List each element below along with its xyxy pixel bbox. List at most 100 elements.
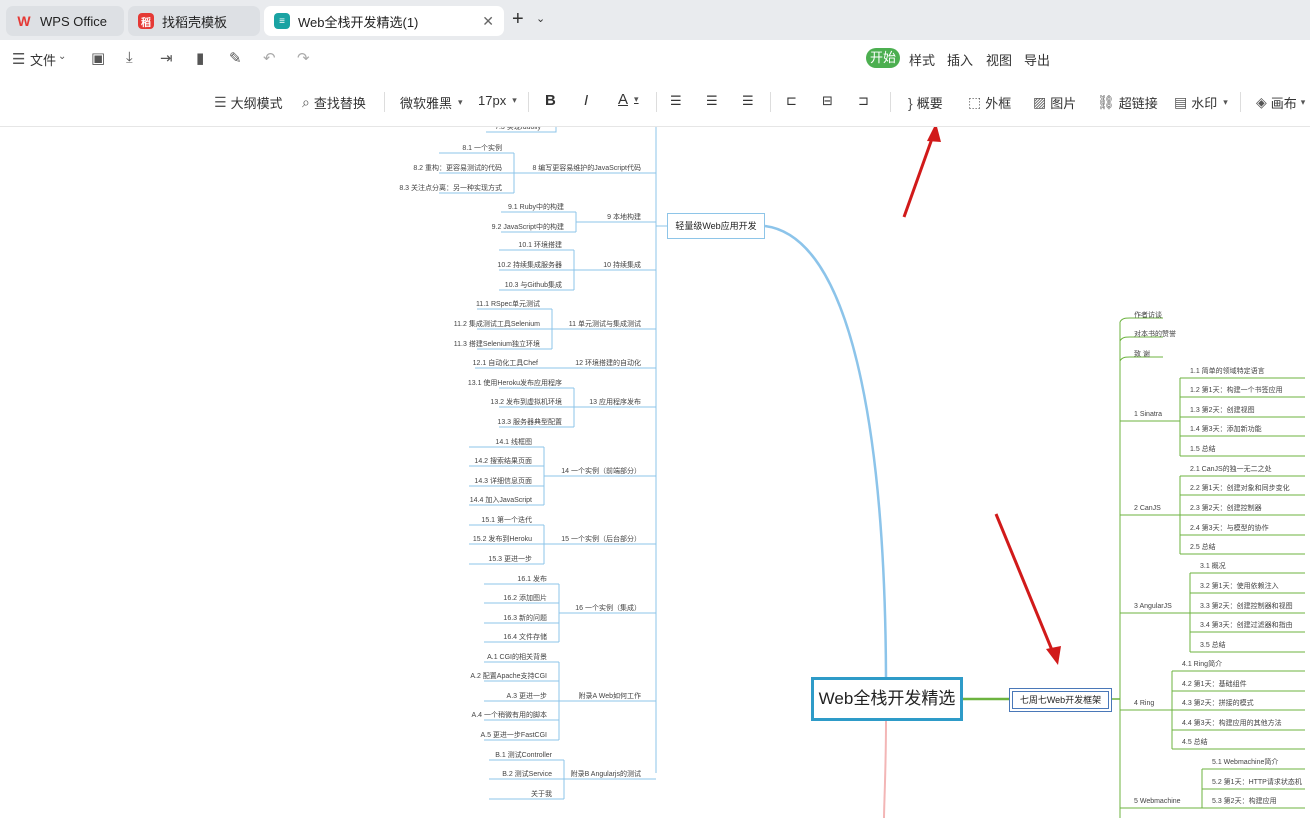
topic-leaf[interactable]: 11.1 RSpec单元测试 [476, 300, 540, 309]
topic-leaf[interactable]: A.4 一个稍微有用的脚本 [472, 711, 547, 720]
topic-leaf[interactable]: 12.1 自动化工具Chef [473, 359, 538, 368]
font-color-button[interactable]: A ▾ [618, 91, 643, 108]
topic-leaf[interactable]: 2.3 第2天：创建控制器 [1190, 504, 1262, 513]
topic-leaf[interactable]: 4.2 第1天：基础组件 [1182, 680, 1247, 689]
topic-leaf[interactable]: 16.1 发布 [517, 575, 547, 584]
insert-parent-topic-icon[interactable]: ⊐ [858, 93, 869, 109]
redo-icon[interactable]: ↷ [297, 49, 310, 67]
topic-subtopic[interactable]: 附录A Web如何工作 [579, 692, 642, 701]
export-icon[interactable]: ⇥ [160, 49, 173, 67]
topic-leaf[interactable]: 8.2 重构：更容易测试的代码 [413, 164, 502, 173]
topic-leaf[interactable]: 5.2 第1天：HTTP请求状态机 [1212, 778, 1302, 787]
topic-leaf[interactable]: 10.3 与Github集成 [505, 281, 562, 290]
topic-leaf[interactable]: 13.2 发布到虚拟机环境 [490, 398, 562, 407]
insert-child-topic-icon[interactable]: ⊏ [786, 93, 797, 109]
topic-leaf[interactable]: 2.1 CanJS的独一无二之处 [1190, 465, 1272, 474]
topic-leaf[interactable]: 作者访谈 [1134, 311, 1162, 320]
topic-leaf[interactable]: 4.1 Ring简介 [1182, 660, 1222, 669]
topic-leaf[interactable]: A.3 更进一步 [507, 692, 547, 701]
topic-leaf[interactable]: 1.3 第2天：创建视图 [1190, 406, 1255, 415]
topic-leaf[interactable]: 8.1 一个实例 [462, 144, 502, 153]
outline-mode-button[interactable]: ☰ 大纲模式 [214, 93, 283, 112]
find-replace-button[interactable]: ⌕ 查找替换 [302, 93, 366, 112]
topic-leaf[interactable]: B.1 测试Controller [495, 751, 552, 760]
undo-icon[interactable]: ↶ [263, 49, 276, 67]
chevron-down-icon[interactable]: ⌄ [58, 51, 66, 62]
topic-subtopic[interactable]: 15 一个实例（后台部分） [561, 535, 641, 544]
font-size-select[interactable]: 17px ▾ [478, 93, 521, 108]
topic-leaf[interactable]: 致 谢 [1134, 350, 1150, 359]
topic-leaf[interactable]: A.1 CGI的相关背景 [487, 653, 547, 662]
frame-button[interactable]: ⬚ 外框 [968, 93, 1011, 112]
topic-leaf[interactable]: A.5 更进一步FastCGI [480, 731, 547, 740]
topic-leaf[interactable]: 4.4 第3天：构建应用的其他方法 [1182, 719, 1282, 728]
topic-leaf[interactable]: 1.2 第1天：构建一个书签应用 [1190, 386, 1283, 395]
topic-leaf[interactable]: 9.2 JavaScript中的构建 [492, 223, 564, 232]
topic-leaf[interactable]: 13.1 使用Heroku发布应用程序 [468, 379, 562, 388]
download-icon[interactable]: ⤓ [126, 49, 133, 66]
topic-leaf[interactable]: 14.1 线框图 [495, 438, 532, 447]
summary-button[interactable]: } 概要 [908, 93, 943, 112]
topic-leaf[interactable]: 3.1 概况 [1200, 562, 1226, 571]
watermark-button[interactable]: ▤ 水印 ▾ [1174, 93, 1232, 112]
central-topic[interactable]: Web全栈开发精选 [811, 677, 963, 721]
topic-leaf[interactable]: 14.4 加入JavaScript [470, 496, 532, 505]
topic-leaf[interactable]: B.2 测试Service [502, 770, 552, 779]
topic-leaf[interactable]: 16.4 文件存储 [503, 633, 547, 642]
topic-lightweight-web-dev[interactable]: 轻量级Web应用开发 [667, 213, 765, 239]
topic-leaf[interactable]: 5.1 Webmachine简介 [1212, 758, 1278, 767]
align-center-icon[interactable]: ☰ [706, 93, 718, 109]
topic-leaf[interactable]: 10.1 环境搭建 [518, 241, 562, 250]
topic-subtopic[interactable]: 12 环境搭建的自动化 [575, 359, 641, 368]
format-painter-icon[interactable]: ▮ [196, 49, 204, 67]
topic-leaf[interactable]: 14.2 搜索结果页面 [474, 457, 532, 466]
close-icon[interactable]: ✕ [482, 13, 494, 30]
topic-subtopic[interactable]: 4 Ring [1134, 699, 1154, 708]
topic-leaf[interactable]: 10.2 持续集成服务器 [497, 261, 562, 270]
topic-leaf[interactable]: 1.5 总结 [1190, 445, 1216, 454]
insert-sibling-topic-icon[interactable]: ⊟ [822, 93, 833, 109]
topic-leaf[interactable]: 2.4 第3天：与模型的协作 [1190, 524, 1269, 533]
topic-subtopic[interactable]: 16 一个实例（集成） [575, 604, 641, 613]
topic-leaf[interactable]: 2.5 总结 [1190, 543, 1216, 552]
topic-leaf[interactable]: A.2 配置Apache支持CGI [470, 672, 547, 681]
file-menu[interactable]: 文件 [30, 50, 56, 69]
topic-leaf[interactable]: 3.5 总结 [1200, 641, 1226, 650]
topic-seven-frameworks[interactable]: 七周七Web开发框架 [1009, 688, 1112, 712]
align-right-icon[interactable]: ☰ [742, 93, 754, 109]
topic-leaf[interactable]: 3.3 第2天：创建控制器和视图 [1200, 602, 1293, 611]
topic-leaf[interactable]: 1.4 第3天：添加新功能 [1190, 425, 1262, 434]
topic-leaf[interactable]: 11.2 集成测试工具Selenium [454, 320, 540, 329]
tab-export[interactable]: 导出 [1024, 50, 1050, 69]
tab-docer-templates[interactable]: 稻 找稻壳模板 [128, 6, 260, 36]
new-tab-button[interactable]: + [512, 8, 524, 31]
topic-subtopic[interactable]: 13 应用程序发布 [589, 398, 641, 407]
save-icon[interactable]: ▣ [91, 49, 105, 67]
tab-web-fullstack[interactable]: ≡ Web全栈开发精选(1) ✕ [264, 6, 504, 36]
mindmap-canvas[interactable]: 7.3 实现Iduoliy 8 编写更容易维护的JavaScript代码 8.1 一… [0, 127, 1310, 818]
topic-subtopic[interactable]: 附录B Angularjs的测试 [571, 770, 641, 779]
tab-start[interactable]: 开始 [866, 48, 900, 68]
topic-leaf[interactable]: 16.3 新的问题 [503, 614, 547, 623]
topic-leaf[interactable]: 1.1 简单的领域特定语言 [1190, 367, 1265, 376]
italic-button[interactable]: I [584, 92, 588, 109]
topic-subtopic[interactable]: 14 一个实例（前端部分） [561, 467, 641, 476]
topic-leaf[interactable]: 2.2 第1天：创建对象和同步变化 [1190, 484, 1290, 493]
font-select[interactable]: 微软雅黑 ▾ [400, 93, 467, 112]
chevron-down-icon[interactable]: ⌄ [536, 12, 545, 25]
topic-leaf[interactable]: 对本书的赞誉 [1134, 330, 1176, 339]
bold-button[interactable]: B [545, 92, 556, 109]
topic-leaf[interactable]: 13.3 服务器典型配置 [497, 418, 562, 427]
topic-leaf[interactable]: 4.5 总结 [1182, 738, 1208, 747]
topic-leaf[interactable]: 9.1 Ruby中的构建 [508, 203, 564, 212]
align-left-icon[interactable]: ☰ [670, 93, 682, 109]
hyperlink-button[interactable]: ⛓ 超链接 [1097, 93, 1158, 112]
topic-leaf[interactable]: 7.3 实现Iduoliy [495, 127, 541, 132]
topic-subtopic[interactable]: 8 编写更容易维护的JavaScript代码 [532, 164, 641, 173]
topic-subtopic[interactable]: 1 Sinatra [1134, 410, 1162, 419]
canvas-button[interactable]: ◈ 画布 ▾ [1256, 93, 1309, 112]
topic-subtopic[interactable]: 11 单元测试与集成测试 [569, 320, 641, 329]
topic-leaf[interactable]: 3.2 第1天：使用依赖注入 [1200, 582, 1279, 591]
pen-icon[interactable]: ✎ [229, 49, 242, 67]
topic-leaf[interactable]: 15.3 更进一步 [488, 555, 532, 564]
